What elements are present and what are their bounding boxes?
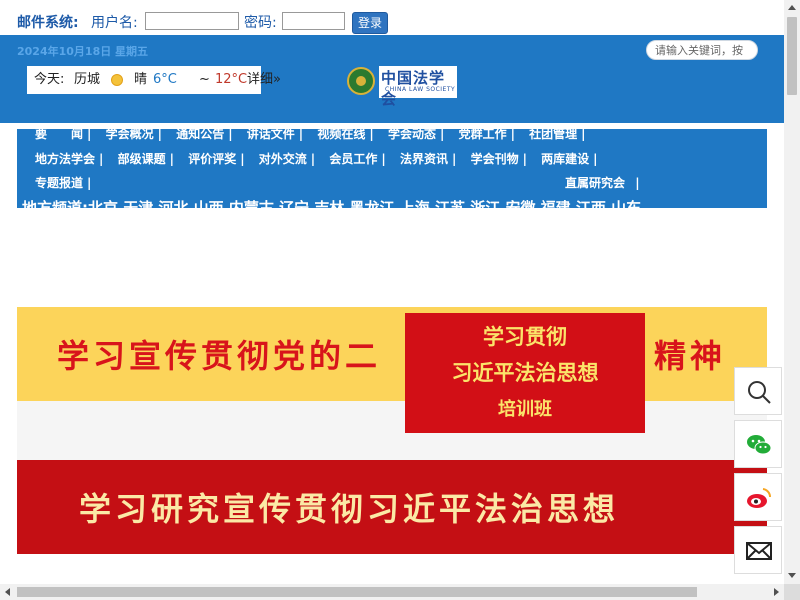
scroll-left-arrow-icon[interactable] [5,588,10,596]
nav-item-research-institutes[interactable]: 直属研究会 | [565,174,640,191]
main-nav: 要 闻 | 学会概况 | 通知公告 | 讲话文件 | 视频在线 | 学会动态 | 党群工作 |… [17,129,767,208]
vertical-scroll-thumb[interactable] [787,17,797,95]
weather-tilde: ~ [199,72,210,87]
nav-separator: | [439,129,445,141]
nav-separator: | [635,176,640,190]
scroll-down-arrow-icon[interactable] [788,573,796,578]
training-popup[interactable]: 学习贯彻 习近平法治思想 培训班 [405,313,645,433]
nav-item-journals[interactable]: 学会刊物 [471,150,519,167]
nav-item-special[interactable]: 专题报道 [35,174,83,191]
horizontal-scroll-thumb[interactable] [17,587,697,597]
popup-line-1: 学习贯彻 [483,324,567,349]
popup-line-2: 习近平法治思想 [451,360,599,385]
nav-separator: | [451,152,457,166]
search-icon [748,381,771,404]
banner1-text: 学习宣传贯彻党的二 [57,337,382,375]
scrollbar-corner [784,584,800,600]
side-search-button[interactable] [734,367,782,415]
vertical-scrollbar[interactable] [784,0,800,584]
mail-system-label: 邮件系统: [17,15,79,31]
nav-row-1: 要 闻 | 学会概况 | 通知公告 | 讲话文件 | 视频在线 | 学会动态 | 党群工作 |… [35,129,596,142]
username-label: 用户名: [91,15,138,31]
logo-text-en: CHINA LAW SOCIETY [385,86,456,93]
nav-item-research-label: 直属研究会 [565,176,626,190]
regional-channels[interactable]: 地方频道:北京 天津 河北 山西 内蒙古 辽宁 吉林 黑龙江 上海 江苏 浙江 … [22,197,641,208]
nav-item-about[interactable]: 学会概况 [106,129,154,142]
weather-city: 历城 [74,72,101,87]
nav-separator: | [310,152,316,166]
nav-item-exchange[interactable]: 对外交流 [259,150,307,167]
content-spacer [17,401,767,460]
horizontal-scrollbar[interactable] [0,584,784,600]
nav-item-activities[interactable]: 学会动态 [388,129,436,142]
nav-item-awards[interactable]: 评价评奖 [188,150,236,167]
nav-row-3: 专题报道 | [35,174,101,191]
username-input[interactable] [145,12,239,30]
nav-separator: | [369,129,374,141]
nav-separator: | [522,152,527,166]
nav-item-local[interactable]: 地方法学会 [35,150,95,167]
nav-item-legal-news[interactable]: 法界资讯 [400,150,448,167]
banner2-text: 学习研究宣传贯彻习近平法治思想 [79,490,620,528]
weather-high: 12°C [215,72,248,87]
nav-separator: | [99,152,104,166]
nav-separator: | [169,152,174,166]
nav-item-news[interactable]: 要 闻 [35,129,83,142]
nav-item-databases[interactable]: 两库建设 [541,150,589,167]
scroll-up-arrow-icon[interactable] [788,5,796,10]
banner-rule-of-law[interactable]: 学习研究宣传贯彻习近平法治思想 [17,460,767,554]
nav-separator: | [240,152,245,166]
side-weibo-button[interactable] [734,473,782,521]
weather-today-label: 今天: [34,72,65,87]
nav-separator: | [381,152,386,166]
nav-separator: | [228,129,233,141]
nav-item-projects[interactable]: 部级课题 [118,150,166,167]
nav-item-notices[interactable]: 通知公告 [176,129,224,142]
login-button[interactable]: 登录 [352,12,388,34]
weather-condition: 晴 [134,72,148,87]
china-law-society-logo[interactable]: 中国法学会 CHINA LAW SOCIETY [347,66,457,108]
weather-low: 6°C [153,72,177,87]
nav-separator: | [87,129,92,141]
nav-item-orgs[interactable]: 社团管理 [529,129,577,142]
nav-separator: | [510,129,515,141]
nav-separator: | [298,129,304,141]
nav-item-party[interactable]: 党群工作 [459,129,507,142]
wechat-icon [747,435,772,455]
nav-separator: | [581,129,586,141]
nav-item-members[interactable]: 会员工作 [329,150,377,167]
seal-icon [347,67,375,95]
mail-login-bar: 邮件系统: 用户名: 密码: 登录 [0,0,784,35]
sun-icon [111,74,123,86]
current-date: 2024年10月18日 星期五 [17,45,149,58]
banner-party-congress[interactable]: 学习宣传贯彻党的二 精神 [17,307,767,401]
nav-item-video[interactable]: 视频在线 [317,129,365,142]
password-input[interactable] [282,12,345,30]
popup-line-3: 培训班 [498,399,552,420]
weibo-icon [747,488,772,508]
nav-row-2: 地方法学会 | 部级课题 | 评价评奖 | 对外交流 | 会员工作 | 法界资讯 | 学会刊… [35,150,608,167]
mail-icon [746,542,772,560]
side-mail-button[interactable] [734,526,782,574]
nav-separator: | [157,129,162,141]
site-header: 2024年10月18日 星期五 请输入关键词，按 今天: 历城 晴 6°C ~ … [0,35,784,123]
logo-plate: 中国法学会 CHINA LAW SOCIETY [379,66,457,108]
nav-separator: | [593,152,598,166]
side-wechat-button[interactable] [734,420,782,468]
banner1-text-end: 精神 [654,337,727,375]
weather-widget: 今天: 历城 晴 6°C ~ 12°C 详细» [27,66,281,94]
search-input[interactable]: 请输入关键词，按 [646,40,758,60]
password-label: 密码: [244,15,277,31]
nav-item-speeches[interactable]: 讲话文件 [247,129,295,142]
weather-detail-link[interactable]: 详细» [247,66,281,94]
nav-separator: | [87,176,92,190]
scroll-right-arrow-icon[interactable] [774,588,779,596]
